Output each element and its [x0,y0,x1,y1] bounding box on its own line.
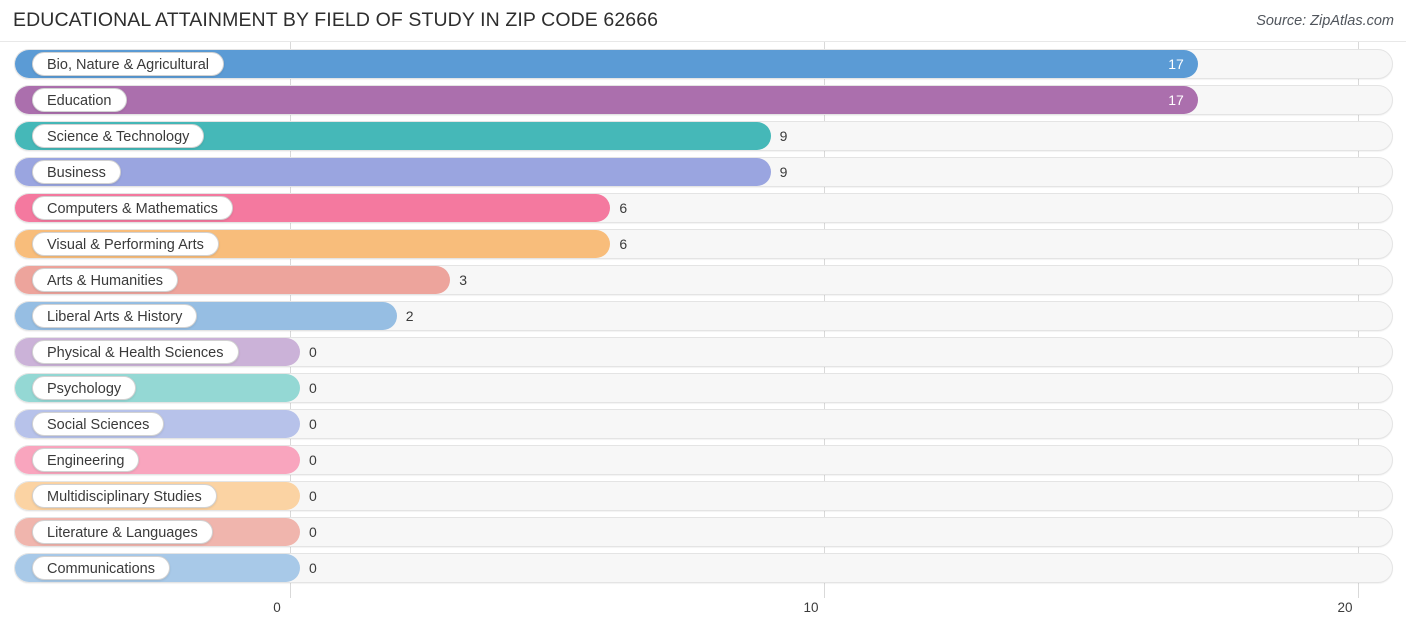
bar-value-label: 0 [309,488,317,504]
x-axis: 0 10 20 [0,598,1406,631]
category-label: Social Sciences [32,412,165,436]
category-label: Visual & Performing Arts [32,232,219,256]
chart-header: EDUCATIONAL ATTAINMENT BY FIELD OF STUDY… [0,0,1406,42]
bar[interactable]: 17 [15,86,1198,114]
bar-row: 6 Visual & Performing Arts [0,229,1406,259]
source-attribution: Source: ZipAtlas.com [1256,13,1394,29]
bar-row: 0 Physical & Health Sciences [0,337,1406,367]
bar-value-label: 2 [405,308,414,324]
x-tick-label: 20 [1337,600,1353,615]
category-label: Computers & Mathematics [32,196,233,220]
x-tick-label: 10 [803,600,819,615]
category-label: Literature & Languages [32,520,213,544]
category-label: Business [32,160,121,184]
bar-value-label: 0 [309,452,317,468]
category-label: Psychology [32,376,137,400]
bar-value-label: 6 [619,200,628,216]
bar-value-label: 17 [1168,56,1184,72]
bar-value-label: 0 [309,524,317,540]
category-label: Engineering [32,448,140,472]
bar-row: 17 Bio, Nature & Agricultural [0,49,1406,79]
bar-value-label: 0 [309,380,317,396]
bar-value-label: 17 [1168,92,1184,108]
bar-row: 0 Multidisciplinary Studies [0,481,1406,511]
category-label: Bio, Nature & Agricultural [32,52,224,76]
bar-value-label: 6 [619,236,628,252]
bar-row: 0 Psychology [0,373,1406,403]
bar-row: 0 Communications [0,553,1406,583]
bar-row: 0 Engineering [0,445,1406,475]
bar[interactable] [15,158,771,186]
plot-area: 17 Bio, Nature & Agricultural 17 Education 9… [0,42,1406,598]
bar-value-label: 0 [309,416,317,432]
bar-row: 2 Liberal Arts & History [0,301,1406,331]
category-label: Physical & Health Sciences [32,340,239,364]
bar-row: 9 Business [0,157,1406,187]
bar-value-label: 3 [459,272,467,288]
category-label: Multidisciplinary Studies [32,484,217,508]
bar-row: 6 Computers & Mathematics [0,193,1406,223]
page-title: EDUCATIONAL ATTAINMENT BY FIELD OF STUDY… [13,9,659,31]
bar-value-label: 0 [309,560,317,576]
bar-value-label: 0 [309,344,317,360]
bar-row: 0 Social Sciences [0,409,1406,439]
bar-value-label: 9 [779,164,788,180]
bar-row: 17 Education [0,85,1406,115]
x-tick-label: 0 [273,600,281,615]
bar-row: 3 Arts & Humanities [0,265,1406,295]
bar-row: 9 Science & Technology [0,121,1406,151]
category-label: Liberal Arts & History [32,304,198,328]
category-label: Education [32,88,127,112]
bar-value-label: 9 [779,128,788,144]
category-label: Communications [32,556,170,580]
bar-row: 0 Literature & Languages [0,517,1406,547]
category-label: Science & Technology [32,124,205,148]
category-label: Arts & Humanities [32,268,179,292]
chart-page: EDUCATIONAL ATTAINMENT BY FIELD OF STUDY… [0,0,1406,631]
